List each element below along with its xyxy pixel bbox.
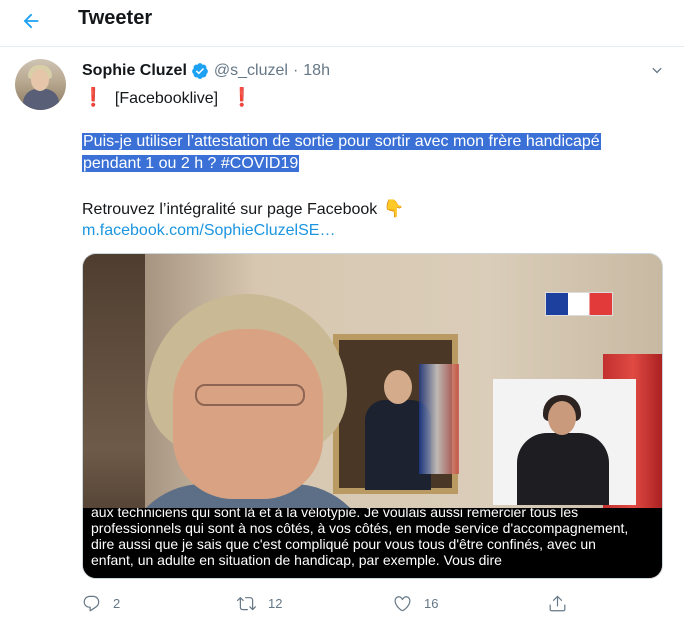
highlighted-text: Puis-je utiliser l’attestation de sortie… — [82, 133, 601, 150]
tweet-question-line2: pendant 1 ou 2 h ? #COVID19 — [82, 153, 300, 175]
back-arrow-icon — [23, 13, 39, 29]
video-player[interactable]: aux techniciens qui sont là et à la vélo… — [82, 253, 663, 579]
page-title: Tweeter — [78, 7, 153, 29]
author-name[interactable]: Sophie Cluzel — [82, 62, 187, 80]
more-options-button[interactable] — [646, 60, 668, 82]
author-row: Sophie Cluzel @s_cluzel · 18h — [82, 60, 330, 82]
timestamp[interactable]: 18h — [303, 62, 330, 80]
tweet-tag-text: [Facebooklive] — [114, 90, 219, 107]
tweet-actions: 2 12 16 — [82, 591, 582, 615]
share-icon — [549, 595, 566, 611]
tweet-facebook-line: Retrouvez l’intégralité sur page Faceboo… — [82, 198, 404, 221]
retweet-button[interactable]: 12 — [237, 591, 282, 615]
subtitle-line: aux techniciens qui sont là et à la vélo… — [91, 508, 579, 520]
top-bar: Tweeter — [0, 0, 684, 47]
exclamation-icon: ❗ — [82, 87, 105, 107]
speaker — [173, 329, 323, 499]
pointing-down-icon: 👇 — [383, 199, 405, 218]
highlighted-text: pendant 1 ou 2 h ? #COVID19 — [82, 155, 300, 172]
reply-button[interactable]: 2 — [82, 591, 120, 615]
retweet-icon — [237, 596, 256, 610]
subtitle-line: enfant, un adulte en situation de handic… — [91, 552, 502, 568]
share-button[interactable] — [548, 591, 567, 615]
like-button[interactable]: 16 — [393, 591, 438, 615]
flags — [419, 364, 459, 474]
government-logo — [545, 292, 613, 316]
tweet-line-tag: ❗ [Facebooklive] ❗ — [82, 86, 253, 110]
reply-icon — [83, 595, 100, 611]
reply-count: 2 — [113, 595, 121, 611]
subtitle-line: professionnels qui sont à nos côtés, à v… — [91, 520, 629, 536]
separator: · — [292, 62, 299, 79]
subtitle-line: dire aussi que je sais que c'est compliq… — [91, 536, 596, 552]
video-subtitles: aux techniciens qui sont là et à la vélo… — [83, 508, 662, 578]
like-icon — [394, 595, 411, 611]
tweet-question-line1: Puis-je utiliser l’attestation de sortie… — [82, 131, 601, 153]
back-button[interactable] — [14, 4, 48, 38]
author-handle[interactable]: @s_cluzel — [214, 62, 288, 80]
facebook-text: Retrouvez l’intégralité sur page Faceboo… — [82, 201, 378, 218]
avatar[interactable] — [15, 59, 66, 110]
verified-badge-icon — [192, 63, 208, 79]
sign-language-interpreter — [493, 379, 636, 505]
facebook-link[interactable]: m.facebook.com/SophieCluzelSE… — [82, 220, 335, 242]
exclamation-icon: ❗ — [230, 87, 253, 107]
like-count: 16 — [424, 595, 439, 611]
retweet-count: 12 — [268, 595, 283, 611]
chevron-down-icon — [652, 67, 662, 74]
